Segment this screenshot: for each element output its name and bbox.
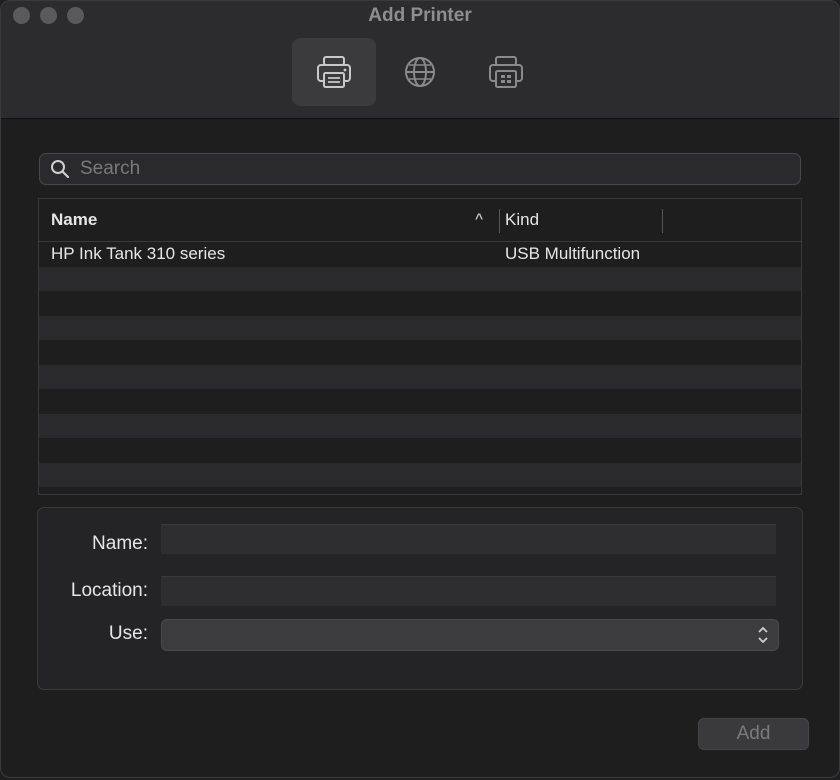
- add-button[interactable]: Add: [698, 718, 809, 750]
- column-header-name[interactable]: Name: [51, 210, 97, 230]
- empty-row: [39, 389, 801, 414]
- name-field[interactable]: [161, 524, 776, 554]
- add-printer-window: Add Printer Search Name ^ Kind HP Ink Ta…: [0, 0, 840, 778]
- location-label: Location:: [70, 580, 148, 601]
- empty-row: [39, 413, 801, 438]
- empty-row: [39, 438, 801, 463]
- printer-details-panel: Name: Location: Use:: [37, 507, 803, 690]
- printer-list-table: Name ^ Kind HP Ink Tank 310 series USB M…: [38, 198, 802, 495]
- printer-name-cell: HP Ink Tank 310 series: [51, 244, 226, 264]
- column-divider[interactable]: [662, 209, 663, 233]
- column-divider[interactable]: [499, 209, 500, 233]
- windows-printer-icon: [489, 56, 523, 88]
- use-select[interactable]: [161, 619, 779, 651]
- table-header: Name ^ Kind: [39, 199, 801, 242]
- empty-row: [39, 462, 801, 487]
- empty-row: [39, 291, 801, 316]
- location-field[interactable]: [161, 576, 776, 606]
- toolbar-ip-printers[interactable]: [378, 38, 462, 106]
- use-label: Use:: [108, 623, 148, 644]
- search-field[interactable]: [39, 153, 801, 185]
- ip-globe-icon: [405, 57, 435, 87]
- name-label: Name:: [92, 533, 148, 554]
- default-printer-icon: [317, 56, 351, 88]
- table-row[interactable]: HP Ink Tank 310 series USB Multifunction: [39, 242, 801, 267]
- empty-row: [39, 315, 801, 340]
- search-icon: [51, 160, 70, 179]
- window-title: Add Printer: [368, 5, 472, 26]
- titlebar: Add Printer: [1, 1, 839, 119]
- search-input[interactable]: [78, 157, 762, 181]
- empty-row: [39, 266, 801, 291]
- up-down-chevron-icon: [758, 626, 768, 644]
- empty-row: [39, 340, 801, 365]
- sort-ascending-icon: ^: [475, 210, 484, 226]
- column-header-kind[interactable]: Kind: [505, 210, 539, 230]
- empty-row: [39, 364, 801, 389]
- printer-kind-cell: USB Multifunction: [505, 244, 641, 264]
- toolbar-default-printers[interactable]: [292, 38, 376, 106]
- toolbar-windows-printers[interactable]: [464, 38, 548, 106]
- empty-row: [39, 487, 801, 494]
